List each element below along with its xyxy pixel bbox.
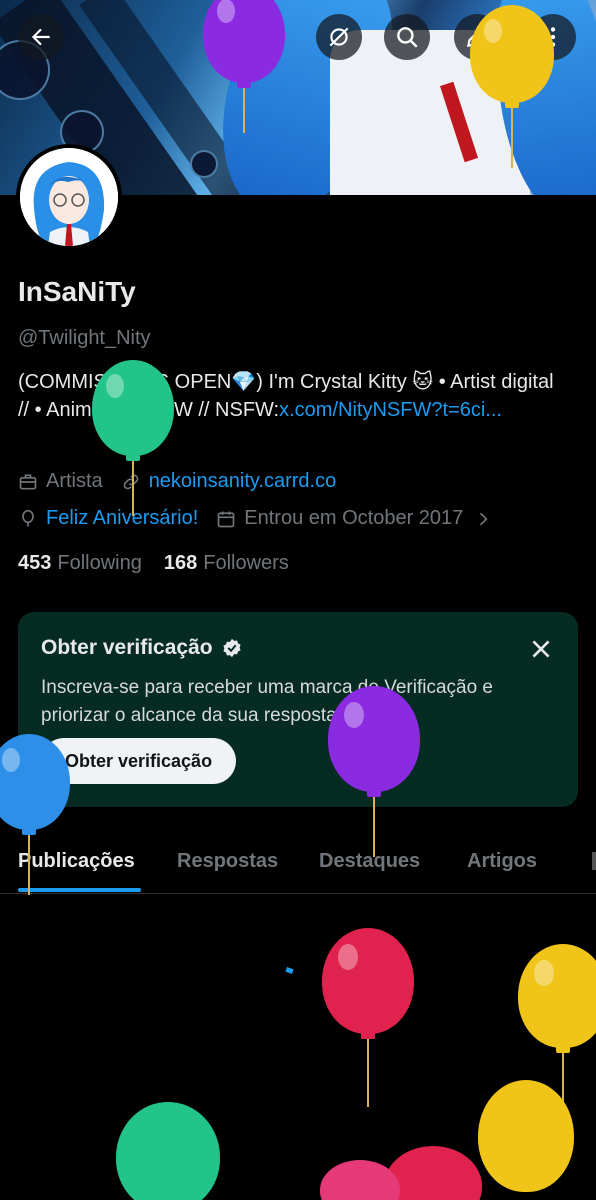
- search-icon: [397, 27, 418, 48]
- followers-stat[interactable]: 168 Followers: [164, 552, 289, 575]
- following-stat[interactable]: 453 Following: [18, 552, 142, 575]
- profile-tabs: Publicações Respostas Destaques Artigos: [0, 830, 596, 894]
- calendar-icon: [217, 511, 235, 527]
- profession-label: Artista: [46, 470, 103, 492]
- back-button[interactable]: [18, 14, 64, 60]
- verified-badge-icon: [222, 638, 241, 658]
- arrow-left-icon: [31, 28, 50, 46]
- hide-button[interactable]: [316, 14, 362, 60]
- profile-meta-row-1: Artista nekoinsanity.carrd.co: [18, 470, 336, 493]
- briefcase-icon: [19, 474, 37, 489]
- followers-count: 168: [163, 552, 198, 574]
- verification-title-row: Obter verificação: [41, 636, 243, 660]
- following-label: Following: [57, 552, 142, 574]
- chevron-right-icon[interactable]: [473, 509, 493, 529]
- verification-title: Obter verificação: [41, 636, 213, 659]
- following-count: 453: [18, 552, 52, 574]
- search-button[interactable]: [384, 14, 430, 60]
- tabs-scroll-hint: [592, 852, 596, 870]
- tab-publicacoes[interactable]: Publicações: [18, 850, 135, 873]
- joined-date: Entrou em October 2017: [244, 507, 464, 529]
- active-tab-indicator: [18, 888, 141, 892]
- tab-artigos[interactable]: Artigos: [467, 850, 537, 873]
- confetti-piece: [285, 966, 294, 975]
- followers-label: Followers: [203, 552, 289, 574]
- balloon-icon: [22, 509, 34, 526]
- website-link[interactable]: nekoinsanity.carrd.co: [149, 470, 337, 493]
- link-icon: [123, 474, 139, 489]
- verification-card: Obter verificação Inscreva-se para receb…: [18, 612, 578, 807]
- profile-meta-row-2: Feliz Aniversário! Entrou em October 201…: [18, 507, 501, 530]
- eye-slash-icon: [329, 27, 349, 47]
- avatar[interactable]: [16, 144, 122, 250]
- profile-handle: @Twilight_Nity: [18, 327, 151, 349]
- tab-destaques[interactable]: Destaques: [319, 850, 420, 873]
- bio-link[interactable]: x.com/NityNSFW?t=6ci...: [279, 399, 502, 421]
- get-verified-button[interactable]: Obter verificação: [41, 738, 237, 784]
- close-icon[interactable]: [528, 636, 554, 662]
- birthday-link[interactable]: Feliz Aniversário!: [46, 507, 198, 530]
- profile-name: InSaNiTy: [18, 276, 136, 307]
- tab-respostas[interactable]: Respostas: [177, 850, 278, 873]
- profile-stats: 453 Following 168 Followers: [18, 552, 311, 575]
- avatar-image: [20, 148, 118, 246]
- verification-text: Inscreva-se para receber uma marca de Ve…: [41, 677, 493, 726]
